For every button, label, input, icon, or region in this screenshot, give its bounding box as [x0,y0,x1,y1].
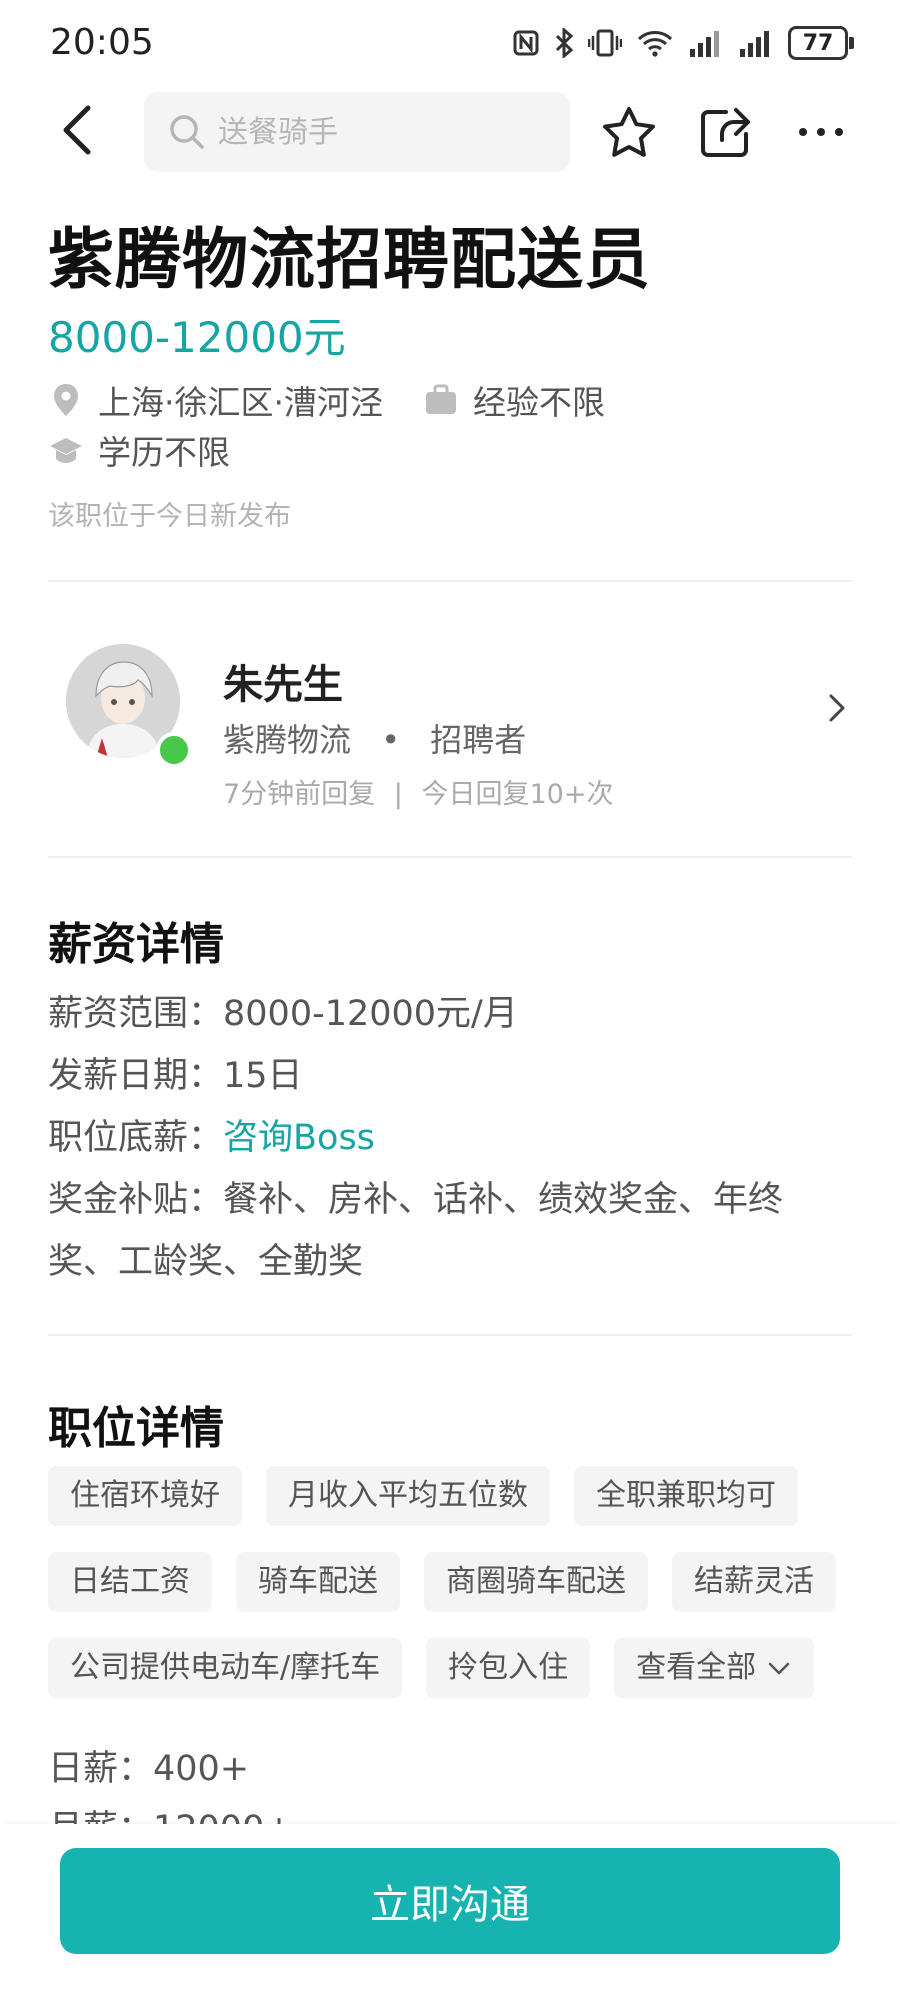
status-time: 20:05 [50,22,154,63]
job-meta-row: 上海·徐汇区·漕河泾 经验不限 [48,376,605,424]
recruiter-role: 招聘者 [430,721,527,759]
reply-time: 7分钟前回复 [223,779,376,810]
payday-line: 发薪日期：15日 [48,1045,848,1107]
job-tag: 日结工资 [48,1552,212,1612]
job-tag: 结薪灵活 [672,1552,836,1612]
back-icon[interactable] [50,100,110,160]
vibrate-icon [588,29,622,57]
job-tag: 骑车配送 [236,1552,400,1612]
divider [48,1334,852,1336]
experience-requirement: 经验不限 [423,376,605,424]
daily-pay: 日薪：400+ [48,1749,250,1789]
search-input[interactable] [216,113,540,151]
more-options-icon[interactable] [796,116,846,148]
base-salary-line: 职位底薪：咨询Boss [48,1107,848,1169]
payday-label: 发薪日期： [48,1056,224,1096]
salary-details-title: 薪资详情 [48,919,224,970]
job-title: 紫腾物流招聘配送员 [48,221,651,298]
online-status-dot [156,732,192,768]
job-tag: 拎包入住 [426,1638,591,1698]
briefcase-icon [425,384,456,414]
job-tag: 商圈骑车配送 [424,1552,648,1612]
experience-text: 经验不限 [472,383,605,422]
reply-stats: 7分钟前回复 | 今日回复10+次 [223,772,613,811]
bonus-label: 奖金补贴： [48,1180,224,1220]
recruiter-company: 紫腾物流 [223,721,352,759]
bluetooth-icon [555,28,574,58]
battery-indicator: 77 [788,26,854,60]
position-details-title: 职位详情 [48,1403,224,1454]
recruiter-name: 朱先生 [223,662,343,708]
view-all-label: 查看全部 [636,1650,757,1685]
view-all-tags-button[interactable]: 查看全部 [614,1638,815,1698]
chat-now-button[interactable]: 立即沟通 [60,1848,840,1954]
posted-notice: 该职位于今日新发布 [48,501,291,532]
job-location: 上海·徐汇区·漕河泾 [98,383,383,422]
recruiter-company-line: 紫腾物流 • 招聘者 [223,715,526,761]
salary-range-line: 薪资范围：8000-12000元/月 [48,983,848,1045]
base-salary-label: 职位底薪： [48,1118,224,1158]
favorite-star-icon[interactable] [600,104,658,162]
graduation-cap-icon [50,438,82,463]
chevron-right-icon[interactable] [822,688,852,728]
reply-count: 今日回复10+次 [421,779,614,810]
signal-icon [690,31,719,57]
education-text: 学历不限 [98,433,230,472]
status-icons: 77 [512,26,854,60]
location-pin-icon [54,384,78,416]
search-icon [170,115,204,149]
share-icon[interactable] [696,104,754,162]
bonus-line: 奖金补贴：餐补、房补、话补、绩效奖金、年终奖、工龄奖、全勤奖 [48,1169,848,1293]
payday-value: 15日 [223,1056,303,1096]
search-bar[interactable] [144,92,570,172]
job-tag: 住宿环境好 [48,1466,242,1526]
chevron-down-icon [768,1662,790,1675]
salary-range: 8000-12000元 [48,313,346,362]
ask-boss-link[interactable]: 咨询Boss [223,1118,375,1158]
wifi-icon [637,31,673,57]
education-row: 学历不限 [48,426,230,474]
divider [48,580,852,582]
divider [48,856,852,858]
job-tag: 公司提供电动车/摩托车 [48,1638,403,1698]
signal-icon-2 [740,31,769,57]
job-tag: 全职兼职均可 [574,1466,798,1526]
job-tag: 月收入平均五位数 [266,1466,550,1526]
salary-range-label: 薪资范围： [48,994,224,1034]
separator-dot: • [381,721,401,759]
recruiter-card[interactable]: 朱先生 紫腾物流 • 招聘者 7分钟前回复 | 今日回复10+次 [48,620,852,810]
reply-divider: | [393,779,403,810]
salary-range-value: 8000-12000元/月 [223,994,518,1034]
job-tags: 住宿环境好 月收入平均五位数 全职兼职均可 日结工资 骑车配送 商圈骑车配送 结… [48,1466,868,1698]
nfc-icon [513,30,539,56]
